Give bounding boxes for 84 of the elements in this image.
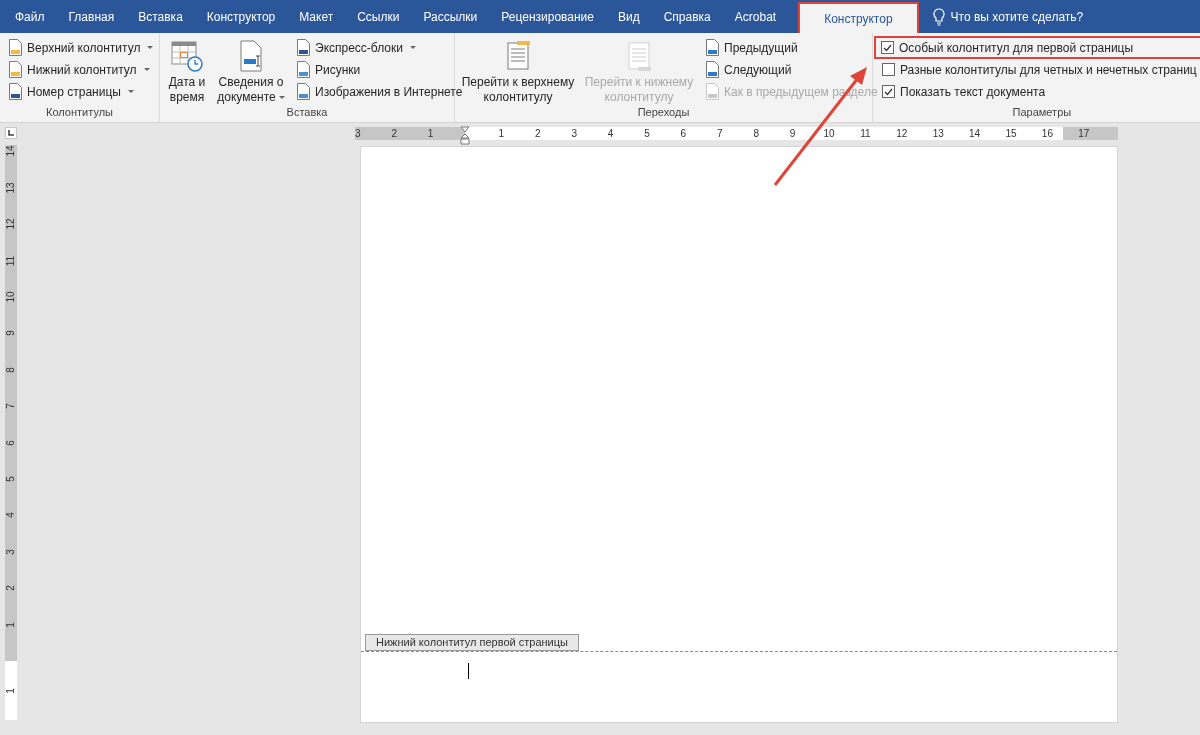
page-icon — [705, 39, 720, 56]
ruler-number: 9 — [5, 330, 17, 337]
group-label: Параметры — [1011, 105, 1073, 120]
calendar-clock-icon — [171, 40, 203, 72]
checkbox[interactable] — [882, 63, 895, 76]
search-field[interactable]: Что вы хотите сделать? — [950, 7, 1131, 26]
ribbon-button[interactable]: Верхний колонтитул — [8, 38, 154, 57]
ruler-number: 6 — [5, 439, 17, 446]
ruler-number: 16 — [1041, 127, 1053, 140]
large-button[interactable]: Сведения о документе — [211, 38, 291, 105]
ruler-number: 17 — [1078, 127, 1090, 140]
ribbon-tab[interactable]: Вид — [606, 0, 652, 33]
ribbon-tab[interactable]: Вставка — [126, 0, 195, 33]
checkmark-icon — [884, 87, 893, 96]
ribbon-tab[interactable]: Главная — [56, 0, 127, 33]
ribbon-button[interactable]: Номер страницы — [8, 82, 154, 101]
ruler-number: 1 — [427, 127, 434, 140]
ribbon-tab[interactable]: Acrobat — [722, 0, 789, 33]
checkbox-option[interactable]: Разные колонтитулы для четных и нечетных страниц — [877, 60, 1200, 79]
checkbox[interactable] — [881, 41, 894, 54]
ribbon-tab[interactable]: Справка — [651, 0, 723, 33]
ruler-number: 13 — [932, 127, 944, 140]
ruler-number: 11 — [5, 255, 17, 266]
ribbon-tab[interactable]: Рассылки — [411, 0, 490, 33]
ribbon-button[interactable]: Нижний колонтитул — [8, 60, 154, 79]
ruler-number: 8 — [5, 367, 17, 373]
ruler-number: 7 — [717, 127, 723, 140]
ribbon-tab[interactable]: Конструктор — [798, 2, 919, 35]
ruler-number: 3 — [5, 549, 17, 555]
ruler-number: 4 — [5, 512, 17, 519]
page-icon — [8, 61, 23, 78]
caret-icon — [147, 45, 154, 50]
ribbon-tab[interactable]: Макет — [287, 0, 346, 33]
ribbon-tab[interactable]: Рецензирование — [489, 0, 606, 33]
ruler-number: 1 — [5, 688, 17, 695]
group-label: Колонтитулы — [45, 105, 114, 120]
ruler-number: 9 — [789, 127, 796, 140]
ribbon-button[interactable]: Предыдущий — [705, 38, 878, 57]
checkbox-option[interactable]: Показать текст документа — [877, 82, 1200, 101]
ruler-number: 2 — [535, 127, 541, 140]
checkbox-option[interactable]: Особый колонтитул для первой страницы — [876, 38, 1200, 57]
ribbon-tab[interactable]: Ссылки — [345, 0, 412, 33]
ruler-number: 14 — [5, 145, 17, 157]
ruler-number: 11 — [860, 127, 871, 140]
footer-label: Нижний колонтитул первой страницы — [365, 634, 579, 651]
ribbon-tab[interactable]: Файл — [3, 0, 57, 33]
indent-marker-icon[interactable] — [460, 126, 470, 146]
ruler-number: 3 — [571, 127, 577, 140]
page-icon — [705, 61, 720, 78]
ruler-number: 4 — [607, 127, 614, 140]
page-icon — [8, 39, 23, 56]
ruler-number: 2 — [5, 585, 17, 591]
ruler-number: 3 — [355, 127, 361, 140]
caret-icon — [143, 67, 150, 72]
caret-icon — [278, 95, 285, 100]
ruler-number: 10 — [5, 291, 17, 303]
ribbon-button[interactable]: Изображения в Интернете — [296, 82, 463, 101]
ruler-number: 5 — [5, 476, 17, 482]
group-label: Переходы — [636, 105, 691, 120]
ribbon-tab[interactable]: Конструктор — [194, 0, 288, 33]
ruler-number: 2 — [391, 127, 397, 140]
ruler-number: 6 — [680, 127, 687, 140]
ribbon-button[interactable]: Рисунки — [296, 60, 463, 79]
ruler-number: 12 — [5, 218, 17, 230]
caret-icon — [127, 89, 134, 94]
ruler-number: 5 — [644, 127, 650, 140]
ribbon-button[interactable]: Экспресс-блоки — [296, 38, 463, 57]
caret-icon — [409, 45, 416, 50]
checkmark-icon — [883, 43, 892, 52]
ruler-number: 8 — [753, 127, 759, 140]
ruler-number: 10 — [823, 127, 835, 140]
ruler-number: 1 — [498, 127, 505, 140]
ruler-number: 15 — [1005, 127, 1017, 140]
text-cursor — [468, 663, 469, 679]
ruler-number: 12 — [896, 127, 908, 140]
large-button[interactable]: Дата и время — [164, 38, 210, 105]
ruler-number: 13 — [5, 182, 17, 194]
tab-stop-icon[interactable] — [5, 127, 17, 139]
ruler-number: 1 — [5, 621, 17, 628]
ruler-number: 7 — [5, 403, 17, 409]
ruler-number: 14 — [969, 127, 981, 140]
group-label: Вставка — [285, 105, 329, 120]
lightbulb-icon — [932, 7, 945, 26]
checkbox[interactable] — [882, 85, 895, 98]
